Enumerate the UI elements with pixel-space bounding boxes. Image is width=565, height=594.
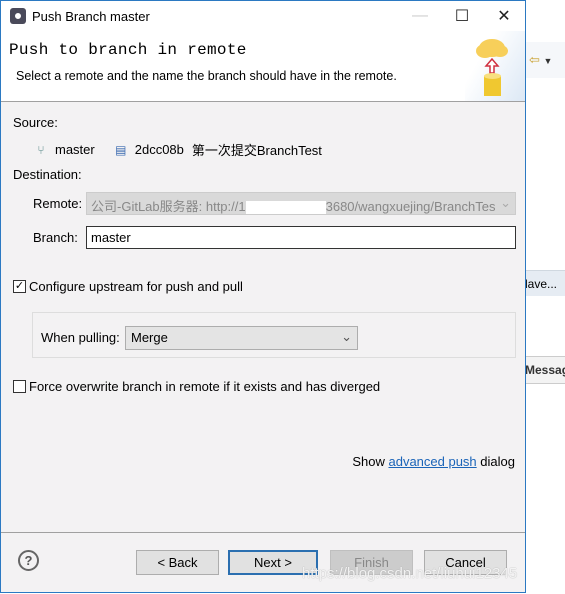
wizard-body: Source: ⑂ master ▤ 2dcc08b 第一次提交BranchTe… [1,102,525,532]
destination-label: Destination: [13,167,82,182]
checkbox-unchecked-icon[interactable] [13,380,26,393]
back-button[interactable]: < Back [136,550,219,575]
push-to-cloud-icon [465,31,525,101]
background-save-button[interactable]: lave... [525,270,565,296]
commit-message: 第一次提交BranchTest [191,143,322,158]
remote-label: Remote: [33,196,83,211]
when-pulling-select[interactable]: Merge ⌄ [125,326,358,350]
button-bar: ? < Back Next > Finish Cancel [1,532,525,593]
chevron-down-icon: ⌄ [341,329,352,344]
commit-id: 2dcc08b [134,142,184,157]
watermark: https://blog.csdn.net/liuhui12345 [302,565,518,582]
when-pulling-label: When pulling: [41,330,120,345]
back-arrow-icon[interactable]: ⇦ [529,52,540,67]
minimize-icon[interactable]: — [399,1,441,31]
source-branch: master [55,142,95,157]
chevron-down-icon: ⌄ [500,195,511,210]
configure-upstream-checkbox[interactable]: ✓ Configure upstream for push and pull [13,279,243,294]
commit-icon: ▤ [115,142,127,157]
background-messages-tab[interactable]: Messag [525,356,565,384]
remote-value-suffix: 3680/wangxuejing/BranchTes [325,199,496,214]
remote-combo[interactable]: 公司-GitLab服务器: http://1 3680/wangxuejing/B… [86,192,516,215]
title-bar: Push Branch master — ☐ ✕ [1,1,525,31]
source-row: ⑂ master ▤ 2dcc08b 第一次提交BranchTest [33,140,322,159]
redacted-region [245,200,326,214]
remote-value-prefix: 公司-GitLab服务器: http://1 [91,199,246,214]
close-icon[interactable]: ✕ [483,1,525,31]
eclipse-app-icon [10,8,26,24]
help-icon[interactable]: ? [18,550,39,571]
wizard-title: Push to branch in remote [9,41,247,59]
branch-icon: ⑂ [37,142,45,157]
background-window: ⇦ ▼ lave... Messag [525,0,565,594]
when-pulling-value: Merge [131,330,168,345]
advanced-suffix: dialog [480,454,515,469]
maximize-icon[interactable]: ☐ [441,1,483,31]
configure-upstream-label: Configure upstream for push and pull [29,279,243,294]
branch-label: Branch: [33,230,78,245]
window-title: Push Branch master [32,8,150,24]
branch-input[interactable] [86,226,516,249]
advanced-push-text: Show advanced push dialog [352,454,515,469]
wizard-header: Push to branch in remote Select a remote… [1,31,525,102]
checkbox-checked-icon[interactable]: ✓ [13,280,26,293]
advanced-push-link[interactable]: advanced push [388,454,476,469]
background-toolbar: ⇦ ▼ [525,42,565,78]
wizard-description: Select a remote and the name the branch … [16,69,397,83]
upstream-group: When pulling: Merge ⌄ [32,312,516,358]
push-branch-dialog: Push Branch master — ☐ ✕ Push to branch … [0,0,526,593]
force-overwrite-checkbox[interactable]: Force overwrite branch in remote if it e… [13,379,380,394]
force-overwrite-label: Force overwrite branch in remote if it e… [29,379,381,394]
advanced-prefix: Show [352,454,385,469]
dropdown-icon[interactable]: ▼ [544,56,553,66]
source-label: Source: [13,115,58,130]
